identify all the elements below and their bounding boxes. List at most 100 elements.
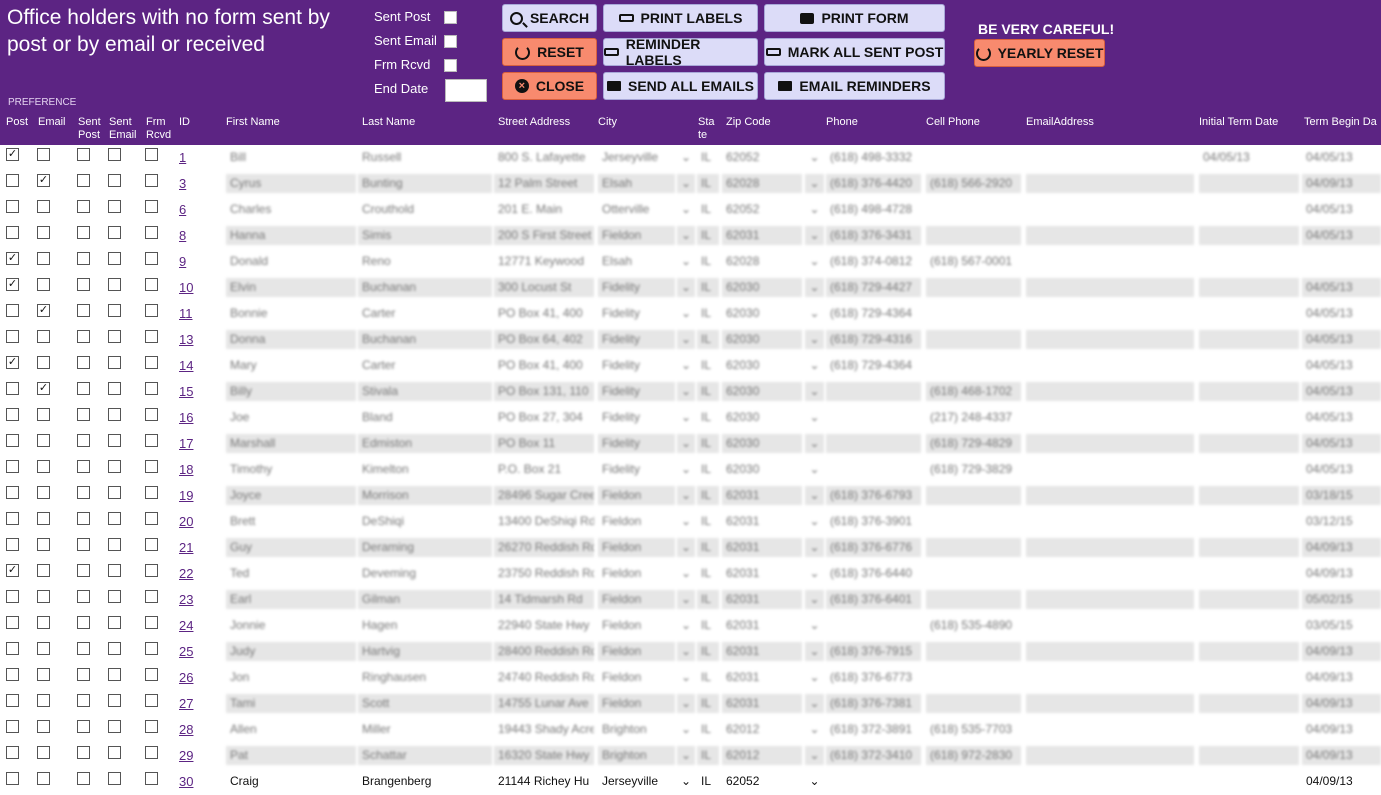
frm-rcvd-checkbox[interactable] bbox=[145, 720, 158, 733]
sent-post-checkbox[interactable] bbox=[77, 330, 90, 343]
last-name-cell[interactable]: Reno bbox=[358, 252, 492, 271]
phone-cell[interactable]: (618) 376-6440 bbox=[826, 564, 921, 583]
phone-cell[interactable] bbox=[826, 408, 921, 427]
cell-phone-cell[interactable]: (618) 468-1702 bbox=[926, 382, 1021, 401]
zip-code-cell[interactable]: 62031 bbox=[722, 538, 802, 557]
term-begin-date-cell[interactable]: 04/09/13 bbox=[1302, 668, 1381, 687]
phone-cell[interactable]: (618) 372-3410 bbox=[826, 746, 921, 765]
email-address-cell[interactable] bbox=[1026, 512, 1194, 531]
phone-cell[interactable]: (618) 376-6793 bbox=[826, 486, 921, 505]
record-id-link[interactable]: 29 bbox=[179, 748, 193, 763]
sent-email-checkbox[interactable] bbox=[108, 590, 121, 603]
sent-email-checkbox[interactable] bbox=[108, 174, 121, 187]
term-begin-date-cell[interactable]: 04/05/13 bbox=[1302, 304, 1381, 323]
frm-rcvd-checkbox[interactable] bbox=[145, 590, 158, 603]
city-cell[interactable]: Fieldon bbox=[598, 538, 675, 557]
initial-term-date-cell[interactable] bbox=[1199, 746, 1299, 765]
post-checkbox[interactable] bbox=[6, 746, 19, 759]
zip-dropdown[interactable]: ⌄ bbox=[805, 668, 824, 687]
close-button[interactable]: × CLOSE bbox=[502, 72, 597, 100]
city-cell[interactable]: Brighton bbox=[598, 720, 675, 739]
initial-term-date-cell[interactable] bbox=[1199, 278, 1299, 297]
first-name-cell[interactable]: Craig bbox=[226, 772, 356, 791]
phone-cell[interactable] bbox=[826, 382, 921, 401]
first-name-cell[interactable]: Pat bbox=[226, 746, 356, 765]
reminder-labels-button[interactable]: REMINDER LABELS bbox=[603, 36, 758, 68]
email-checkbox[interactable] bbox=[37, 668, 50, 681]
street-address-cell[interactable]: 28496 Sugar Creek bbox=[494, 486, 594, 505]
email-checkbox[interactable] bbox=[37, 564, 50, 577]
city-dropdown[interactable]: ⌄ bbox=[677, 434, 695, 453]
initial-term-date-cell[interactable] bbox=[1199, 616, 1299, 635]
state-cell[interactable]: IL bbox=[697, 720, 719, 739]
cell-phone-cell[interactable] bbox=[926, 200, 1021, 219]
sent-email-checkbox[interactable] bbox=[108, 434, 121, 447]
zip-code-cell[interactable]: 62031 bbox=[722, 564, 802, 583]
zip-code-cell[interactable]: 62030 bbox=[722, 330, 802, 349]
phone-cell[interactable]: (618) 376-4420 bbox=[826, 174, 921, 193]
sent-post-checkbox[interactable] bbox=[77, 148, 90, 161]
sent-email-checkbox[interactable] bbox=[108, 720, 121, 733]
street-address-cell[interactable]: 300 Locust St bbox=[494, 278, 594, 297]
zip-dropdown[interactable]: ⌄ bbox=[805, 226, 824, 245]
email-address-cell[interactable] bbox=[1026, 538, 1194, 557]
print-labels-button[interactable]: PRINT LABELS bbox=[603, 4, 758, 32]
zip-dropdown[interactable]: ⌄ bbox=[805, 252, 824, 271]
street-address-cell[interactable]: 13400 DeShiqi Rd bbox=[494, 512, 594, 531]
email-checkbox[interactable] bbox=[37, 772, 50, 785]
initial-term-date-cell[interactable] bbox=[1199, 772, 1299, 791]
yearly-reset-button[interactable]: YEARLY RESET bbox=[974, 39, 1105, 67]
record-id-link[interactable]: 22 bbox=[179, 566, 193, 581]
email-address-cell[interactable] bbox=[1026, 720, 1194, 739]
email-address-cell[interactable] bbox=[1026, 694, 1194, 713]
zip-code-cell[interactable]: 62052 bbox=[722, 772, 802, 791]
state-cell[interactable]: IL bbox=[697, 772, 719, 791]
sent-post-checkbox[interactable] bbox=[77, 564, 90, 577]
cell-phone-cell[interactable] bbox=[926, 564, 1021, 583]
email-address-cell[interactable] bbox=[1026, 460, 1194, 479]
city-dropdown[interactable]: ⌄ bbox=[677, 512, 695, 531]
sent-email-checkbox[interactable] bbox=[108, 668, 121, 681]
city-cell[interactable]: Otterville bbox=[598, 200, 675, 219]
term-begin-date-cell[interactable] bbox=[1302, 252, 1381, 271]
zip-code-cell[interactable]: 62052 bbox=[722, 200, 802, 219]
last-name-cell[interactable]: Buchanan bbox=[358, 278, 492, 297]
sent-email-checkbox[interactable] bbox=[108, 512, 121, 525]
initial-term-date-cell[interactable] bbox=[1199, 590, 1299, 609]
record-id-link[interactable]: 8 bbox=[179, 228, 186, 243]
initial-term-date-cell[interactable] bbox=[1199, 720, 1299, 739]
cell-phone-cell[interactable]: (618) 566-2920 bbox=[926, 174, 1021, 193]
city-dropdown[interactable]: ⌄ bbox=[677, 746, 695, 765]
zip-dropdown[interactable]: ⌄ bbox=[805, 746, 824, 765]
sent-email-checkbox[interactable] bbox=[108, 226, 121, 239]
city-dropdown[interactable]: ⌄ bbox=[677, 564, 695, 583]
city-dropdown[interactable]: ⌄ bbox=[677, 642, 695, 661]
city-cell[interactable]: Jerseyville bbox=[598, 148, 675, 167]
city-cell[interactable]: Fidelity bbox=[598, 408, 675, 427]
city-cell[interactable]: Fieldon bbox=[598, 564, 675, 583]
last-name-cell[interactable]: Deraming bbox=[358, 538, 492, 557]
term-begin-date-cell[interactable]: 04/05/13 bbox=[1302, 460, 1381, 479]
zip-code-cell[interactable]: 62012 bbox=[722, 746, 802, 765]
phone-cell[interactable]: (618) 376-7381 bbox=[826, 694, 921, 713]
email-checkbox[interactable] bbox=[37, 252, 50, 265]
zip-code-cell[interactable]: 62052 bbox=[722, 148, 802, 167]
cell-phone-cell[interactable] bbox=[926, 304, 1021, 323]
email-address-cell[interactable] bbox=[1026, 226, 1194, 245]
last-name-cell[interactable]: Simis bbox=[358, 226, 492, 245]
state-cell[interactable]: IL bbox=[697, 538, 719, 557]
email-address-cell[interactable] bbox=[1026, 408, 1194, 427]
city-dropdown[interactable]: ⌄ bbox=[677, 174, 695, 193]
sent-post-checkbox[interactable] bbox=[77, 486, 90, 499]
zip-dropdown[interactable]: ⌄ bbox=[805, 408, 824, 427]
frm-rcvd-checkbox[interactable] bbox=[145, 356, 158, 369]
city-dropdown[interactable]: ⌄ bbox=[677, 148, 695, 167]
term-begin-date-cell[interactable]: 03/05/15 bbox=[1302, 616, 1381, 635]
frm-rcvd-checkbox[interactable] bbox=[145, 512, 158, 525]
state-cell[interactable]: IL bbox=[697, 278, 719, 297]
city-dropdown[interactable]: ⌄ bbox=[677, 590, 695, 609]
state-cell[interactable]: IL bbox=[697, 564, 719, 583]
record-id-link[interactable]: 23 bbox=[179, 592, 193, 607]
term-begin-date-cell[interactable]: 04/09/13 bbox=[1302, 772, 1381, 791]
sent-email-checkbox[interactable] bbox=[108, 746, 121, 759]
